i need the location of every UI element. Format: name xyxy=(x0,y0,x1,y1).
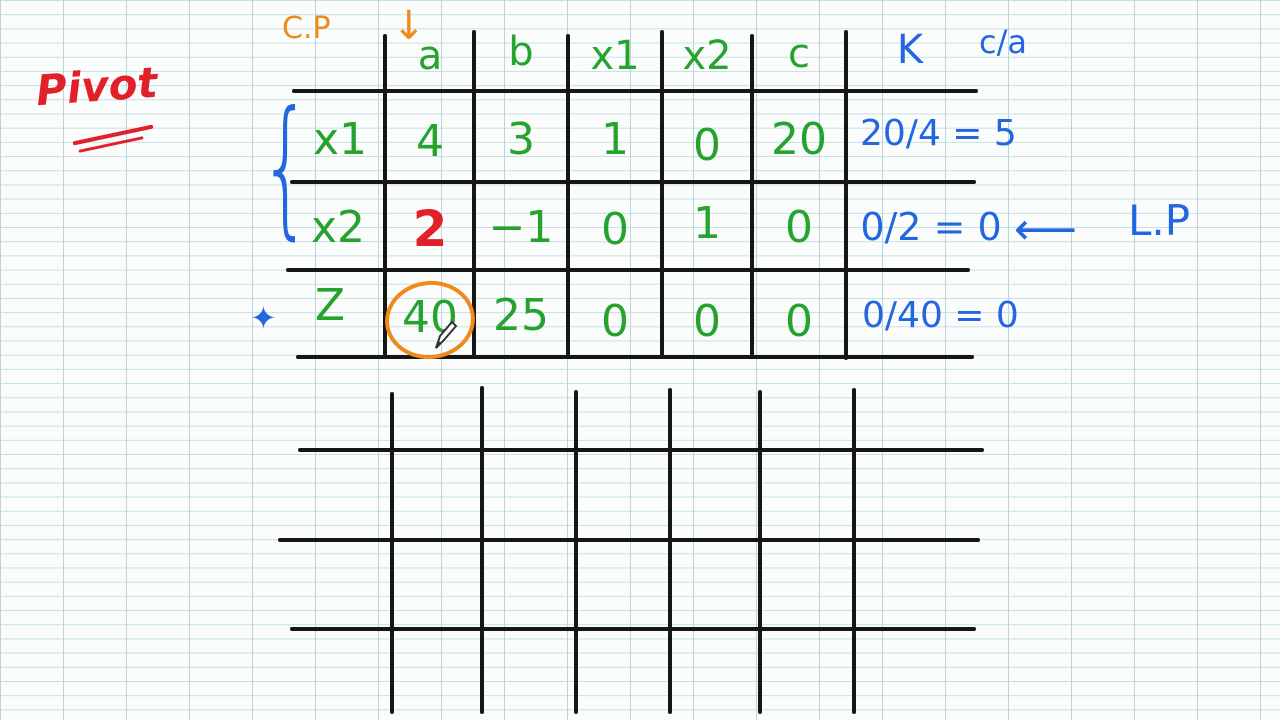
cell-r2-b: −1 xyxy=(488,202,554,253)
cell-r3-x1: 0 xyxy=(601,296,629,347)
header-a: a xyxy=(417,33,443,79)
ratio-r2: 0/2 = 0 xyxy=(860,205,1002,249)
grid-line xyxy=(278,538,980,542)
cell-r1-c: 20 xyxy=(771,114,827,165)
grid-line xyxy=(286,268,970,272)
grid-line xyxy=(290,180,976,184)
ratio-r3: 0/40 = 0 xyxy=(862,295,1019,336)
pivot-row-label: L.P xyxy=(1128,196,1191,245)
cell-r2-c: 0 xyxy=(785,202,813,253)
cell-r2-x2: 1 xyxy=(693,198,721,249)
pivot-column-label: C.P xyxy=(282,11,331,46)
cell-r3-c: 0 xyxy=(785,296,813,347)
header-ratio: c/a xyxy=(979,23,1027,61)
ratio-r1: 20/4 = 5 xyxy=(860,113,1017,154)
header-c: c xyxy=(788,31,810,77)
header-x1: x1 xyxy=(590,33,640,79)
row-label-x1: x1 xyxy=(312,114,368,165)
row-label-z: Z xyxy=(314,280,346,331)
grid-line xyxy=(574,390,578,714)
grid-line xyxy=(480,386,484,714)
cell-r3-x2: 0 xyxy=(693,296,721,347)
pivot-element: 2 xyxy=(412,200,448,258)
grid-line xyxy=(758,390,762,714)
header-x2: x2 xyxy=(682,33,732,79)
grid-line xyxy=(844,30,848,360)
cell-r1-a: 4 xyxy=(416,116,444,167)
cell-r1-x2: 0 xyxy=(693,120,721,171)
grid-line xyxy=(292,89,978,93)
cell-r3-a: 40 xyxy=(402,292,458,343)
header-b: b xyxy=(508,29,534,75)
pivot-row-arrow-icon: ⟵ xyxy=(1014,204,1078,255)
basis-brace: { xyxy=(259,80,312,254)
cell-r1-b: 3 xyxy=(507,114,535,165)
cell-r1-x1: 1 xyxy=(601,114,629,165)
cell-r2-x1: 0 xyxy=(601,204,629,255)
cell-r3-b: 25 xyxy=(493,290,549,341)
grid-line xyxy=(852,388,856,714)
grid-line xyxy=(296,355,974,359)
page-title: Pivot xyxy=(34,57,160,116)
grid-line xyxy=(298,448,984,452)
header-k: K xyxy=(896,27,924,73)
grid-line xyxy=(668,388,672,714)
pen-cursor-icon xyxy=(435,320,458,349)
objective-marker-icon: ✦ xyxy=(250,299,277,337)
grid-line xyxy=(390,392,394,714)
